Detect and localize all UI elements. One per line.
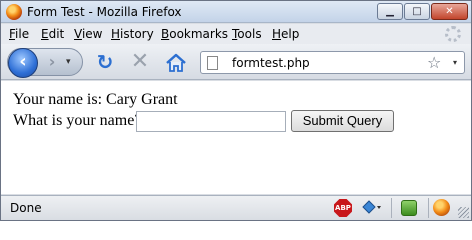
url-bar[interactable]: formtest.php ☆ ▾ bbox=[200, 51, 465, 74]
menu-edit-accel: E bbox=[41, 27, 49, 41]
extension-icon[interactable] bbox=[401, 200, 417, 216]
forward-button[interactable]: › bbox=[42, 53, 62, 73]
home-icon[interactable] bbox=[165, 53, 187, 73]
bookmark-star-icon[interactable]: ☆ bbox=[427, 54, 441, 72]
name-prompt-label: What is your name? bbox=[13, 112, 142, 129]
menu-bar: File Edit View History Bookmarks Tools H… bbox=[1, 24, 471, 44]
history-dropdown-icon[interactable]: ▾ bbox=[66, 57, 71, 67]
menu-help-label: elp bbox=[281, 27, 300, 41]
reload-button[interactable]: ↻ bbox=[95, 52, 115, 73]
url-dropdown-icon[interactable]: ▾ bbox=[453, 58, 457, 67]
browser-window: Form Test - Mozilla Firefox ▁ □ ✕ File E… bbox=[0, 0, 472, 221]
menu-bookmarks[interactable]: Bookmarks bbox=[161, 27, 228, 41]
title-bar: Form Test - Mozilla Firefox ▁ □ ✕ bbox=[1, 1, 471, 23]
menu-history[interactable]: History bbox=[111, 27, 154, 41]
menu-tools-label: ools bbox=[237, 27, 262, 41]
menu-view-label: iew bbox=[81, 27, 103, 41]
status-divider bbox=[391, 198, 392, 218]
minimize-button[interactable]: ▁ bbox=[377, 3, 403, 20]
resize-grip[interactable] bbox=[458, 207, 469, 218]
page-icon bbox=[207, 56, 218, 70]
back-button[interactable]: ‹ bbox=[8, 48, 38, 78]
firefox-logo-icon bbox=[6, 4, 22, 20]
menu-bookmarks-accel: B bbox=[161, 27, 170, 41]
navigation-toolbar: ‹ › ▾ ↻ ✕ formtest.php ☆ ▾ bbox=[1, 44, 471, 80]
firefox-status-icon[interactable] bbox=[433, 199, 450, 216]
url-text: formtest.php bbox=[232, 56, 310, 70]
menu-bookmarks-label: ookmarks bbox=[169, 27, 229, 41]
menu-help-accel: H bbox=[272, 27, 282, 41]
menu-help[interactable]: Help bbox=[272, 27, 299, 41]
name-input[interactable] bbox=[136, 111, 286, 132]
menu-file-label: ile bbox=[15, 27, 30, 41]
menu-edit[interactable]: Edit bbox=[41, 27, 64, 41]
menu-edit-label: dit bbox=[48, 27, 65, 41]
stop-button[interactable]: ✕ bbox=[129, 51, 151, 74]
close-button[interactable]: ✕ bbox=[431, 3, 468, 20]
status-bar: Done ABP bbox=[1, 195, 471, 220]
menu-history-label: istory bbox=[120, 27, 154, 41]
menu-file[interactable]: File bbox=[9, 27, 29, 41]
menu-view[interactable]: View bbox=[74, 27, 102, 41]
throbber-icon bbox=[445, 26, 461, 42]
greeting-text: Your name is: Cary Grant bbox=[13, 91, 178, 108]
submit-button[interactable]: Submit Query bbox=[291, 110, 394, 132]
page-content: Your name is: Cary Grant What is your na… bbox=[1, 81, 471, 194]
status-text: Done bbox=[10, 201, 42, 215]
status-divider bbox=[428, 198, 429, 218]
window-title: Form Test - Mozilla Firefox bbox=[27, 5, 182, 19]
addon-status-icon[interactable] bbox=[361, 199, 383, 217]
menu-history-accel: H bbox=[111, 27, 121, 41]
adblock-icon[interactable]: ABP bbox=[334, 199, 352, 217]
back-forward-group: ‹ › ▾ bbox=[7, 48, 83, 78]
menu-view-accel: V bbox=[74, 27, 82, 41]
maximize-button[interactable]: □ bbox=[404, 3, 430, 20]
menu-tools[interactable]: Tools bbox=[232, 27, 262, 41]
